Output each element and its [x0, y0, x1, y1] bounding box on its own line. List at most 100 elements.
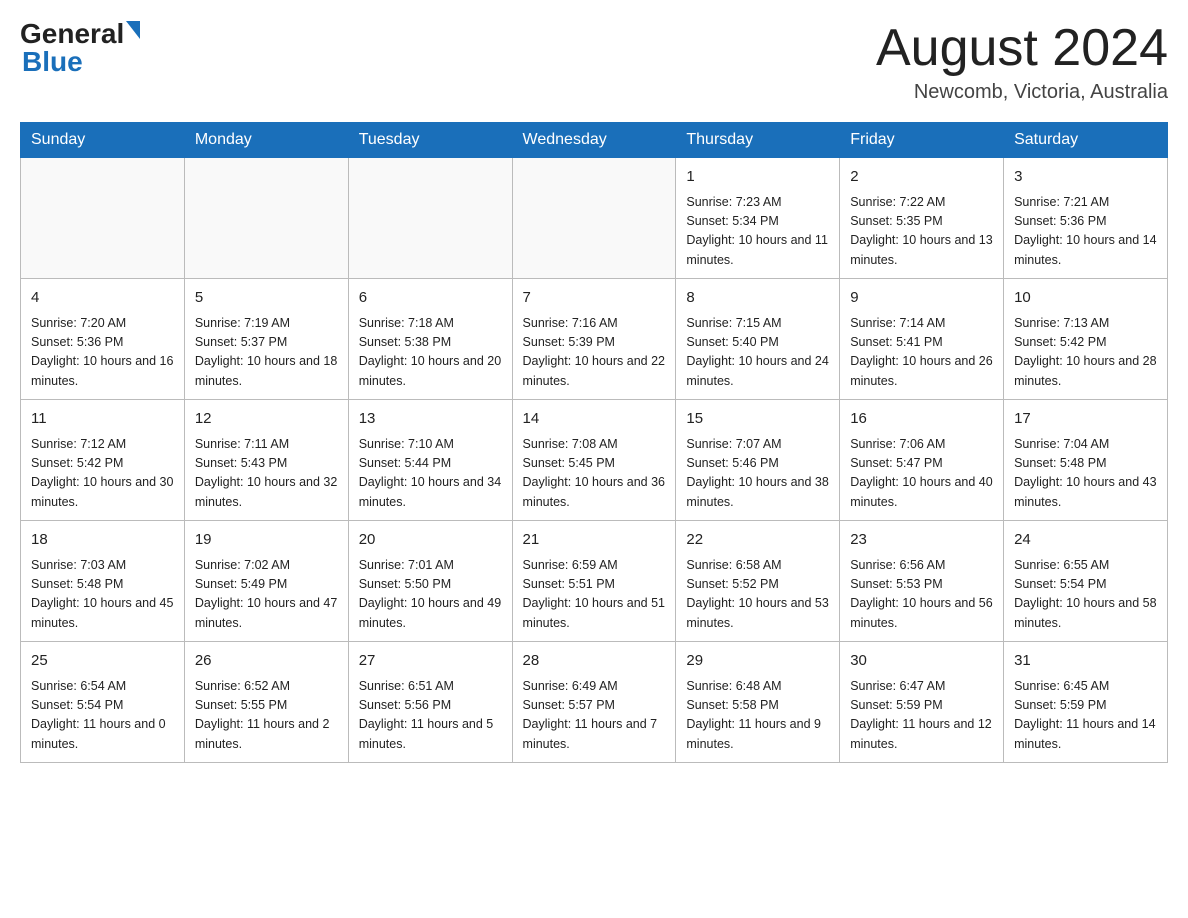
cell-info: Sunrise: 7:01 AM Sunset: 5:50 PM Dayligh… — [359, 556, 502, 634]
calendar-cell: 31Sunrise: 6:45 AM Sunset: 5:59 PM Dayli… — [1004, 642, 1168, 763]
calendar-cell — [512, 158, 676, 279]
day-number: 27 — [359, 650, 502, 673]
calendar-header-monday: Monday — [184, 123, 348, 158]
calendar-week-row: 11 Sunrise: 7:12 AM Sunset: 5:42 PM Dayli… — [21, 400, 1168, 521]
cell-info: Sunrise: 7:20 AM Sunset: 5:36 PM Dayligh… — [31, 314, 174, 392]
calendar-header-wednesday: Wednesday — [512, 123, 676, 158]
calendar-cell: 22 Sunrise: 6:58 AM Sunset: 5:52 PM Dayli… — [676, 521, 840, 642]
calendar-cell: 21Sunrise: 6:59 AM Sunset: 5:51 PM Dayli… — [512, 521, 676, 642]
day-number: 12 — [195, 408, 338, 431]
calendar-cell: 24Sunrise: 6:55 AM Sunset: 5:54 PM Dayli… — [1004, 521, 1168, 642]
calendar-cell: 14 Sunrise: 7:08 AM Sunset: 5:45 PM Dayli… — [512, 400, 676, 521]
day-number: 8 — [686, 287, 829, 310]
cell-info: Sunrise: 7:21 AM Sunset: 5:36 PM Dayligh… — [1014, 193, 1157, 271]
day-number: 16 — [850, 408, 993, 431]
calendar-cell: 9Sunrise: 7:14 AM Sunset: 5:41 PM Daylig… — [840, 279, 1004, 400]
day-number: 2 — [850, 166, 993, 189]
calendar-cell: 20Sunrise: 7:01 AM Sunset: 5:50 PM Dayli… — [348, 521, 512, 642]
calendar-cell — [184, 158, 348, 279]
calendar-cell: 26 Sunrise: 6:52 AM Sunset: 5:55 PM Dayli… — [184, 642, 348, 763]
day-number: 30 — [850, 650, 993, 673]
day-number: 11 — [31, 408, 174, 431]
calendar-cell: 17Sunrise: 7:04 AM Sunset: 5:48 PM Dayli… — [1004, 400, 1168, 521]
calendar-cell — [348, 158, 512, 279]
cell-info: Sunrise: 6:56 AM Sunset: 5:53 PM Dayligh… — [850, 556, 993, 634]
cell-info: Sunrise: 6:47 AM Sunset: 5:59 PM Dayligh… — [850, 677, 993, 755]
cell-info: Sunrise: 6:51 AM Sunset: 5:56 PM Dayligh… — [359, 677, 502, 755]
day-number: 23 — [850, 529, 993, 552]
day-number: 15 — [686, 408, 829, 431]
logo: General Blue — [20, 20, 140, 76]
day-number: 3 — [1014, 166, 1157, 189]
day-number: 13 — [359, 408, 502, 431]
calendar-cell: 2 Sunrise: 7:22 AM Sunset: 5:35 PM Daylig… — [840, 158, 1004, 279]
cell-info: Sunrise: 7:18 AM Sunset: 5:38 PM Dayligh… — [359, 314, 502, 392]
calendar-cell: 4 Sunrise: 7:20 AM Sunset: 5:36 PM Daylig… — [21, 279, 185, 400]
cell-info: Sunrise: 7:16 AM Sunset: 5:39 PM Dayligh… — [523, 314, 666, 392]
calendar-cell: 11 Sunrise: 7:12 AM Sunset: 5:42 PM Dayli… — [21, 400, 185, 521]
location: Newcomb, Victoria, Australia — [876, 81, 1168, 104]
cell-info: Sunrise: 6:58 AM Sunset: 5:52 PM Dayligh… — [686, 556, 829, 634]
calendar-cell: 27 Sunrise: 6:51 AM Sunset: 5:56 PM Dayli… — [348, 642, 512, 763]
calendar-cell: 1Sunrise: 7:23 AM Sunset: 5:34 PM Daylig… — [676, 158, 840, 279]
cell-info: Sunrise: 7:13 AM Sunset: 5:42 PM Dayligh… — [1014, 314, 1157, 392]
title-section: August 2024 Newcomb, Victoria, Australia — [876, 20, 1168, 104]
day-number: 5 — [195, 287, 338, 310]
calendar-cell: 30 Sunrise: 6:47 AM Sunset: 5:59 PM Dayli… — [840, 642, 1004, 763]
calendar-cell: 6 Sunrise: 7:18 AM Sunset: 5:38 PM Daylig… — [348, 279, 512, 400]
calendar-cell: 15 Sunrise: 7:07 AM Sunset: 5:46 PM Dayli… — [676, 400, 840, 521]
cell-info: Sunrise: 6:48 AM Sunset: 5:58 PM Dayligh… — [686, 677, 829, 755]
day-number: 4 — [31, 287, 174, 310]
calendar-cell: 18 Sunrise: 7:03 AM Sunset: 5:48 PM Dayli… — [21, 521, 185, 642]
logo-text-blue: Blue — [22, 48, 83, 76]
day-number: 21 — [523, 529, 666, 552]
calendar-cell: 10 Sunrise: 7:13 AM Sunset: 5:42 PM Dayli… — [1004, 279, 1168, 400]
calendar-week-row: 25Sunrise: 6:54 AM Sunset: 5:54 PM Dayli… — [21, 642, 1168, 763]
cell-info: Sunrise: 7:02 AM Sunset: 5:49 PM Dayligh… — [195, 556, 338, 634]
calendar-cell: 5 Sunrise: 7:19 AM Sunset: 5:37 PM Daylig… — [184, 279, 348, 400]
calendar-header-sunday: Sunday — [21, 123, 185, 158]
cell-info: Sunrise: 7:11 AM Sunset: 5:43 PM Dayligh… — [195, 435, 338, 513]
calendar-cell: 16Sunrise: 7:06 AM Sunset: 5:47 PM Dayli… — [840, 400, 1004, 521]
calendar-cell: 29Sunrise: 6:48 AM Sunset: 5:58 PM Dayli… — [676, 642, 840, 763]
calendar-week-row: 4 Sunrise: 7:20 AM Sunset: 5:36 PM Daylig… — [21, 279, 1168, 400]
calendar-week-row: 1Sunrise: 7:23 AM Sunset: 5:34 PM Daylig… — [21, 158, 1168, 279]
day-number: 14 — [523, 408, 666, 431]
day-number: 10 — [1014, 287, 1157, 310]
page-header: General Blue August 2024 Newcomb, Victor… — [20, 20, 1168, 104]
calendar-cell: 25Sunrise: 6:54 AM Sunset: 5:54 PM Dayli… — [21, 642, 185, 763]
logo-triangle-icon — [126, 21, 140, 39]
calendar-cell: 19Sunrise: 7:02 AM Sunset: 5:49 PM Dayli… — [184, 521, 348, 642]
cell-info: Sunrise: 6:54 AM Sunset: 5:54 PM Dayligh… — [31, 677, 174, 755]
calendar-header-saturday: Saturday — [1004, 123, 1168, 158]
calendar-cell: 12 Sunrise: 7:11 AM Sunset: 5:43 PM Dayli… — [184, 400, 348, 521]
calendar-cell: 3 Sunrise: 7:21 AM Sunset: 5:36 PM Daylig… — [1004, 158, 1168, 279]
cell-info: Sunrise: 6:49 AM Sunset: 5:57 PM Dayligh… — [523, 677, 666, 755]
cell-info: Sunrise: 7:07 AM Sunset: 5:46 PM Dayligh… — [686, 435, 829, 513]
cell-info: Sunrise: 7:03 AM Sunset: 5:48 PM Dayligh… — [31, 556, 174, 634]
day-number: 28 — [523, 650, 666, 673]
calendar-cell: 7 Sunrise: 7:16 AM Sunset: 5:39 PM Daylig… — [512, 279, 676, 400]
calendar-cell: 13Sunrise: 7:10 AM Sunset: 5:44 PM Dayli… — [348, 400, 512, 521]
cell-info: Sunrise: 7:15 AM Sunset: 5:40 PM Dayligh… — [686, 314, 829, 392]
cell-info: Sunrise: 6:55 AM Sunset: 5:54 PM Dayligh… — [1014, 556, 1157, 634]
cell-info: Sunrise: 7:22 AM Sunset: 5:35 PM Dayligh… — [850, 193, 993, 271]
calendar-cell: 8 Sunrise: 7:15 AM Sunset: 5:40 PM Daylig… — [676, 279, 840, 400]
day-number: 26 — [195, 650, 338, 673]
cell-info: Sunrise: 7:19 AM Sunset: 5:37 PM Dayligh… — [195, 314, 338, 392]
cell-info: Sunrise: 7:04 AM Sunset: 5:48 PM Dayligh… — [1014, 435, 1157, 513]
month-title: August 2024 — [876, 20, 1168, 77]
day-number: 31 — [1014, 650, 1157, 673]
calendar-header-thursday: Thursday — [676, 123, 840, 158]
calendar-cell: 23 Sunrise: 6:56 AM Sunset: 5:53 PM Dayli… — [840, 521, 1004, 642]
day-number: 22 — [686, 529, 829, 552]
calendar-header-friday: Friday — [840, 123, 1004, 158]
logo-text-general: General — [20, 20, 124, 48]
cell-info: Sunrise: 7:08 AM Sunset: 5:45 PM Dayligh… — [523, 435, 666, 513]
day-number: 7 — [523, 287, 666, 310]
day-number: 6 — [359, 287, 502, 310]
cell-info: Sunrise: 7:12 AM Sunset: 5:42 PM Dayligh… — [31, 435, 174, 513]
cell-info: Sunrise: 7:23 AM Sunset: 5:34 PM Dayligh… — [686, 193, 829, 271]
cell-info: Sunrise: 6:52 AM Sunset: 5:55 PM Dayligh… — [195, 677, 338, 755]
day-number: 18 — [31, 529, 174, 552]
